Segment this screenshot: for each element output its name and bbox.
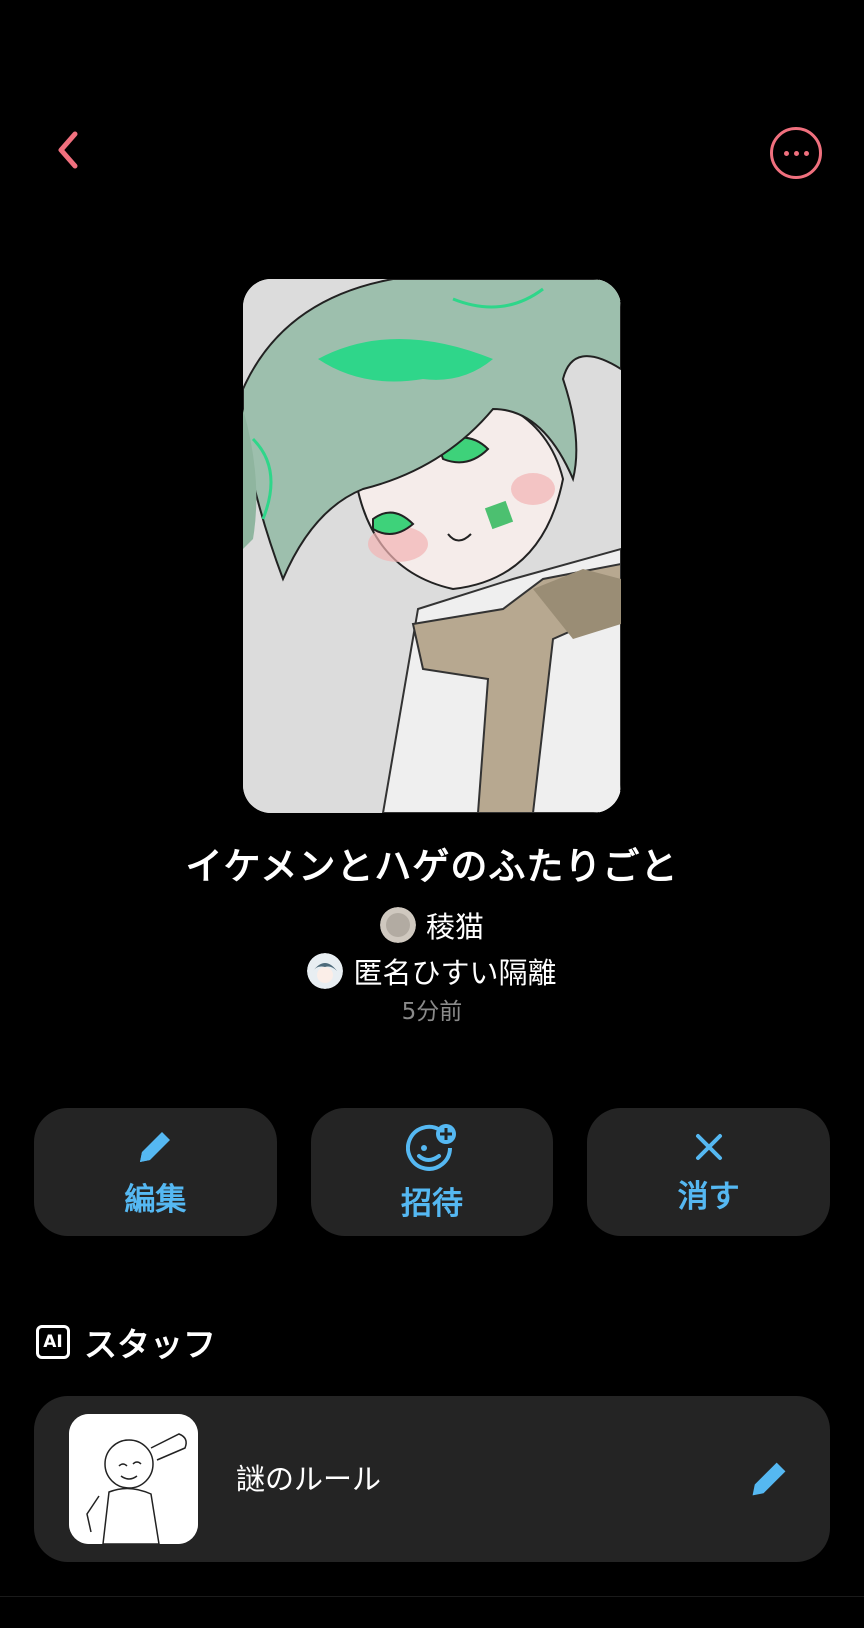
more-dot xyxy=(803,150,809,156)
author-row-1[interactable]: 稜猫 xyxy=(0,904,864,946)
story-title: イケメンとハゲのふたりごと xyxy=(185,845,679,888)
edit-label: 編集 xyxy=(124,1181,187,1218)
author-name: 匿名ひすい隔離 xyxy=(353,956,557,990)
delete-label: 消す xyxy=(677,1178,740,1215)
add-user-icon xyxy=(406,1123,456,1171)
staff-item[interactable]: 謎のルール xyxy=(34,1396,830,1562)
avatar xyxy=(307,953,344,989)
staff-section-header: AI スタッフ xyxy=(36,1318,216,1366)
more-horizontal-icon xyxy=(783,150,789,156)
pencil-icon xyxy=(752,1462,786,1496)
story-cover-image[interactable] xyxy=(243,279,621,813)
author-name: 稜猫 xyxy=(425,910,484,944)
delete-button[interactable]: 消す xyxy=(587,1108,831,1236)
chevron-left-icon xyxy=(58,131,78,169)
staff-thumbnail xyxy=(69,1414,198,1544)
close-icon xyxy=(695,1133,722,1160)
ai-badge-icon: AI xyxy=(36,1325,70,1359)
staff-name: 謎のルール xyxy=(236,1462,382,1496)
invite-label: 招待 xyxy=(401,1185,463,1222)
divider xyxy=(0,1596,864,1597)
section-title: スタッフ xyxy=(84,1325,216,1364)
cover-illustration xyxy=(243,279,621,813)
staff-edit-button[interactable] xyxy=(746,1456,792,1502)
avatar xyxy=(379,907,416,943)
timestamp: 5分前 xyxy=(401,999,463,1025)
edit-button[interactable]: 編集 xyxy=(34,1108,277,1236)
action-buttons: 編集 招待 消す xyxy=(34,1108,831,1236)
back-button[interactable] xyxy=(44,126,92,174)
pencil-icon xyxy=(140,1131,171,1162)
author-row-2[interactable]: 匿名ひすい隔離 xyxy=(0,950,864,992)
invite-button[interactable]: 招待 xyxy=(310,1108,554,1236)
top-bar xyxy=(0,0,864,220)
more-options-button[interactable] xyxy=(770,127,822,179)
more-dot xyxy=(793,150,799,156)
